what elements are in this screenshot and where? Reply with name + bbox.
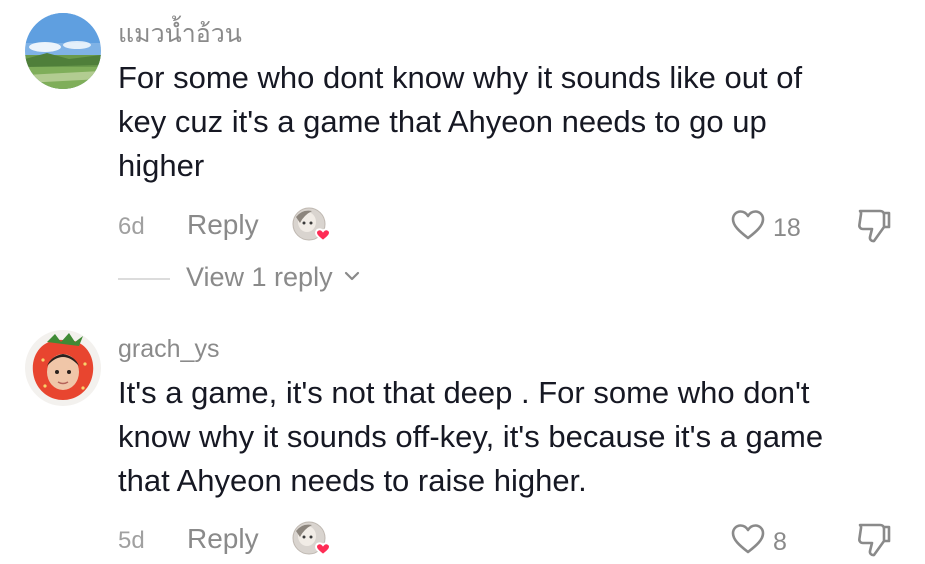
divider — [118, 278, 170, 280]
reply-button[interactable]: Reply — [187, 523, 259, 555]
avatar[interactable] — [25, 330, 101, 406]
comment-actions: 6d Reply 18 — [0, 205, 925, 245]
creator-liked-badge — [292, 207, 334, 247]
comment-text: For some who dont know why it sounds lik… — [118, 56, 898, 188]
chevron-down-icon — [344, 271, 360, 281]
like-count: 18 — [773, 214, 801, 242]
comment-text-line: For some who dont know why it sounds lik… — [118, 60, 803, 95]
dislike-button[interactable] — [856, 207, 892, 245]
heart-outline-icon — [731, 210, 765, 240]
comment-text-line: key cuz it's a game that Ahyeon needs to… — [118, 104, 767, 139]
username[interactable]: แมวน้ำอ้วน — [118, 14, 242, 54]
creator-liked-badge — [292, 521, 334, 561]
heart-outline-icon — [731, 524, 765, 554]
comment-actions: 5d Reply 8 — [0, 519, 925, 559]
comment-text-line: know why it sounds off-key, it's because… — [118, 419, 824, 454]
comment-text-line: It's a game, it's not that deep . For so… — [118, 375, 810, 410]
view-replies-label: View 1 reply — [186, 262, 333, 292]
timestamp: 5d — [118, 527, 145, 554]
comment-text: It's a game, it's not that deep . For so… — [118, 371, 898, 503]
dislike-button[interactable] — [856, 521, 892, 559]
like-count: 8 — [773, 528, 787, 556]
thumbs-down-icon — [858, 523, 891, 557]
comment-text-line: higher — [118, 148, 205, 183]
avatar[interactable] — [25, 13, 101, 89]
landscape-avatar-icon — [25, 13, 101, 89]
creator-avatar-heart-icon — [292, 521, 331, 557]
username[interactable]: grach_ys — [118, 335, 219, 364]
comment-text-line: that Ahyeon needs to raise higher. — [118, 463, 587, 498]
timestamp: 6d — [118, 213, 145, 240]
strawberry-avatar-icon — [25, 330, 101, 406]
thumbs-down-icon — [858, 209, 891, 243]
reply-button[interactable]: Reply — [187, 209, 259, 241]
creator-avatar-heart-icon — [292, 207, 331, 243]
comments-list: แมวน้ำอ้วน For some who dont know why it… — [0, 0, 925, 564]
